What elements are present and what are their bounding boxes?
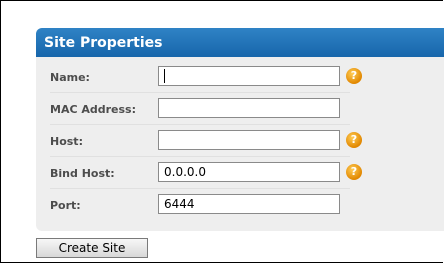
question-help-icon[interactable]: ? — [346, 132, 362, 148]
name-label: Name: — [50, 71, 90, 84]
bind-host-label: Bind Host: — [50, 167, 115, 180]
row-divider — [50, 92, 350, 93]
bind-host-row: Bind Host: 0.0.0.0 ? — [36, 162, 444, 186]
host-row: Host: ? — [36, 130, 444, 154]
question-help-icon[interactable]: ? — [346, 68, 362, 84]
port-input-value: 6444 — [164, 197, 195, 211]
row-divider — [50, 124, 350, 125]
name-input[interactable] — [158, 66, 340, 86]
site-properties-panel: Site Properties Name: ? MAC Address: Hos… — [36, 28, 444, 231]
port-label: Port: — [50, 199, 81, 212]
host-input[interactable] — [158, 130, 340, 150]
mac-address-label: MAC Address: — [50, 103, 137, 116]
name-row: Name: ? — [36, 66, 444, 90]
text-caret — [164, 69, 165, 83]
panel-header: Site Properties — [36, 28, 444, 57]
port-input[interactable]: 6444 — [158, 194, 340, 214]
port-row: Port: 6444 — [36, 194, 444, 218]
question-help-icon[interactable]: ? — [346, 164, 362, 180]
row-divider — [50, 188, 350, 189]
host-label: Host: — [50, 135, 83, 148]
create-site-button[interactable]: Create Site — [36, 238, 148, 258]
row-divider — [50, 156, 350, 157]
bind-host-input[interactable]: 0.0.0.0 — [158, 162, 340, 182]
mac-address-input[interactable] — [158, 98, 340, 118]
bind-host-input-value: 0.0.0.0 — [164, 165, 206, 179]
mac-address-row: MAC Address: — [36, 98, 444, 122]
panel-title: Site Properties — [44, 35, 163, 51]
